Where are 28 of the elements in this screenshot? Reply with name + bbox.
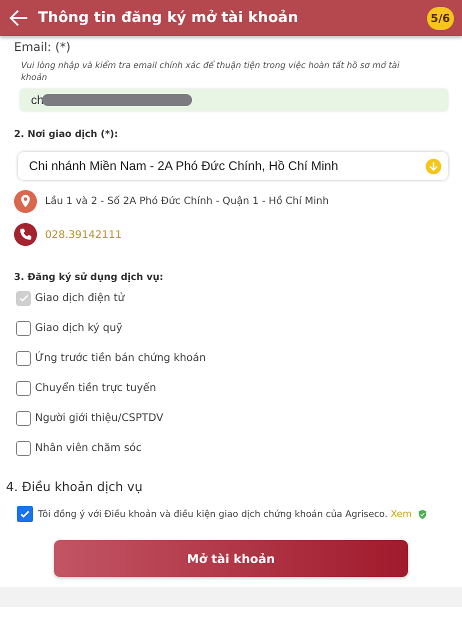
checkbox-label: Chuyển tiền trực tuyến: [35, 382, 156, 394]
hint-text: Vui lòng nhập và kiểm tra email chính xác để thuận tiện trong việc hoàn tất hồ sơ mở tài khoản: [21, 60, 400, 84]
checkbox-label: Ứng trước tiền bán chứng khoán: [35, 352, 206, 364]
checkbox[interactable]: [16, 380, 31, 396]
checkmark-icon: [19, 508, 31, 520]
checkbox[interactable]: [17, 506, 33, 522]
checkbox-label: Người giới thiệu/CSPTDV: [35, 412, 164, 424]
checkbox-label: Giao dịch điện tử: [35, 292, 124, 304]
screen-title: Thông tin đăng ký mở tài khoản: [38, 10, 300, 26]
location-pin-icon: [14, 190, 37, 213]
section-label: 2. Nơi giao dịch (*):: [14, 129, 120, 140]
phone-icon: [14, 223, 37, 246]
section-heading: 4. Điều khoản dịch vụ: [6, 479, 144, 494]
checkmark-icon: [18, 292, 30, 304]
checkbox[interactable]: [16, 350, 31, 366]
checkbox[interactable]: [16, 440, 31, 456]
section-label: 3. Đăng ký sử dụng dịch vụ:: [14, 272, 164, 283]
terms-text: Tôi đồng ý với Điều khoản và điều kiện giao dịch chứng khoán của Agriseco.: [38, 508, 388, 520]
step-badge: 5/6: [426, 6, 454, 30]
checkbox-label: Giao dịch ký quỹ: [35, 322, 122, 334]
checkbox[interactable]: [16, 410, 31, 426]
open-account-button[interactable]: Mở tài khoản: [54, 540, 408, 577]
address-text: Lầu 1 và 2 - Số 2A Phó Đức Chính - Quận 1 - Hồ Chí Minh: [45, 196, 329, 207]
shield-icon: [416, 508, 428, 520]
checkbox-label: Nhân viên chăm sóc: [35, 442, 142, 454]
field-label: Email: (*): [14, 40, 72, 54]
branch-select[interactable]: Chi nhánh Miền Nam - 2A Phó Đức Chính, Hồ Chí Minh: [18, 152, 448, 180]
checkbox[interactable]: [16, 320, 31, 336]
